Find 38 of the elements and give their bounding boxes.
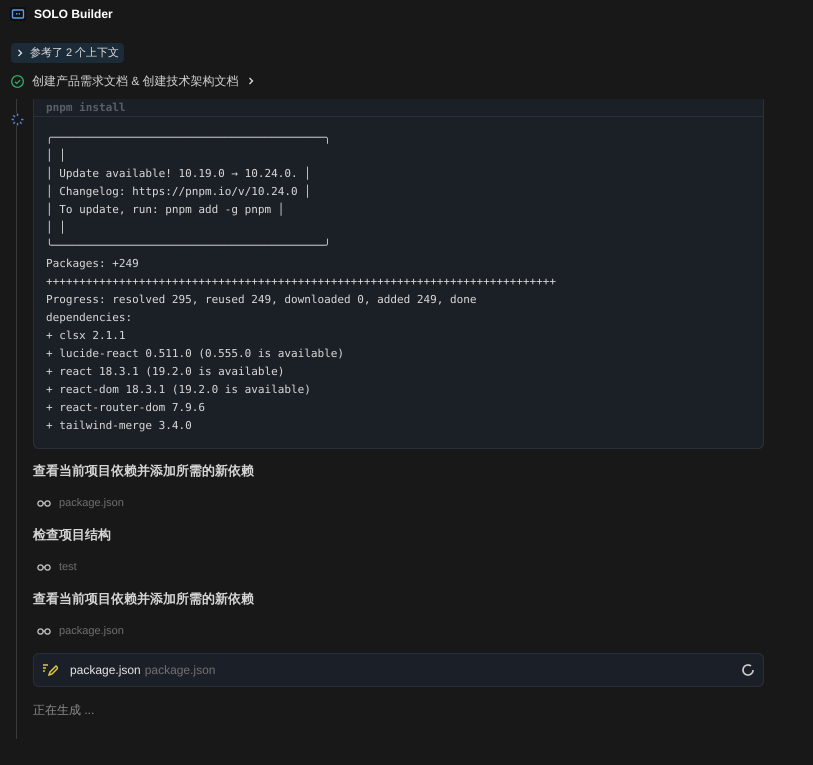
terminal-line: │ │	[46, 220, 66, 236]
chevron-icon	[16, 49, 24, 57]
glasses-icon	[37, 563, 51, 571]
terminal-line: ╭─────────────────────────────────────────╮	[46, 130, 331, 146]
app-title: SOLO Builder	[34, 6, 113, 23]
terminal-line: Progress: resolved 295, reused 249, downloaded 0, added 249, done	[46, 292, 476, 308]
file-path: package.json	[144, 662, 216, 679]
step-title: 检查项目结构	[33, 526, 112, 544]
terminal-line: Packages: +249	[46, 256, 139, 272]
app-logo-icon	[10, 7, 26, 21]
file-edit-card[interactable]: package.json package.json	[33, 653, 764, 687]
terminal-line: + lucide-react 0.511.0 (0.555.0 is available)	[46, 346, 344, 362]
terminal-line: + react-dom 18.3.1 (19.2.0 is available)	[46, 382, 311, 398]
terminal-line: │ Update available! 10.19.0 → 10.24.0. │	[46, 166, 311, 182]
edit-icon	[42, 663, 58, 677]
status-text: 正在生成 ...	[33, 702, 96, 719]
terminal-line: │ Changelog: https://pnpm.io/v/10.24.0 │	[46, 184, 311, 200]
terminal-line: ╰─────────────────────────────────────────╯	[46, 238, 331, 254]
context-toggle[interactable]: 参考了 2 个上下文	[11, 43, 124, 63]
step-title: 查看当前项目依赖并添加所需的新依赖	[33, 462, 255, 480]
terminal-line: + tailwind-merge 3.4.0	[46, 418, 192, 434]
glasses-icon	[37, 627, 51, 635]
terminal-line: dependencies:	[46, 310, 132, 326]
terminal-command: pnpm install	[46, 100, 126, 114]
terminal-line: +++++++++++++++++++++++++++++++++++++++++++++++++++++++++++++++++++++++++++++	[46, 274, 556, 290]
file-name: package.json	[59, 496, 124, 511]
step-title: 查看当前项目依赖并添加所需的新依赖	[33, 590, 255, 608]
terminal-line: + react-router-dom 7.9.6	[46, 400, 205, 416]
file-name: package.json	[70, 662, 141, 679]
glasses-icon	[37, 499, 51, 507]
terminal-line: + react 18.3.1 (19.2.0 is available)	[46, 364, 284, 380]
terminal-line: + clsx 2.1.1	[46, 328, 126, 344]
chevron-right-icon	[246, 77, 255, 85]
task-title[interactable]: 创建产品需求文档 & 创建技术架构文档	[32, 72, 239, 90]
file-name: package.json	[59, 624, 124, 639]
file-name: test	[59, 560, 77, 575]
terminal-line: │ To update, run: pnpm add -g pnpm │	[46, 202, 284, 218]
terminal-line: │ │	[46, 148, 66, 164]
